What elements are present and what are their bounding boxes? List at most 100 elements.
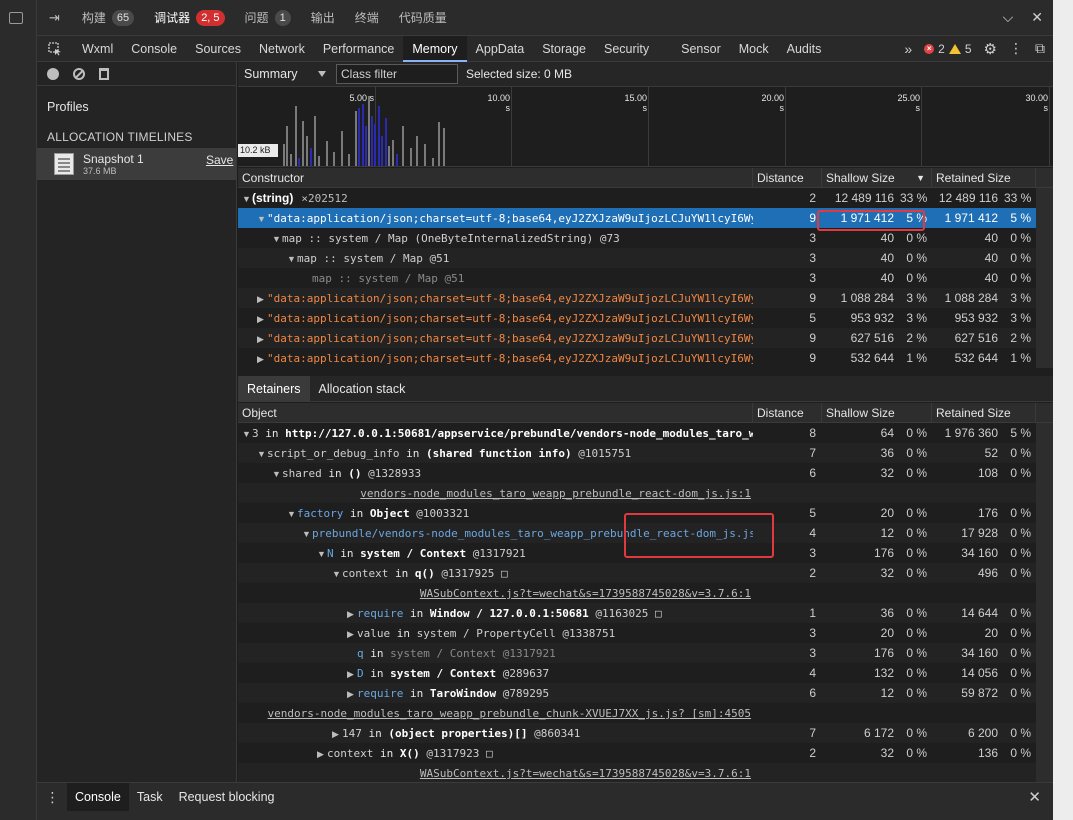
scrollbar-track[interactable]	[1036, 663, 1053, 683]
record-icon[interactable]	[47, 67, 59, 80]
clear-icon[interactable]	[73, 67, 85, 80]
scrollbar-track[interactable]	[1036, 583, 1053, 603]
table-row[interactable]: map :: system / Map @51 3 40 0 % 40 0 %	[238, 268, 1053, 288]
table-row[interactable]: ▼(string) ×202512 2 12 489 116 33 % 12 489 11…	[238, 188, 1053, 208]
scrollbar[interactable]	[1036, 168, 1053, 187]
view-select[interactable]: Summary	[238, 62, 330, 87]
header-object[interactable]: Object	[238, 403, 753, 422]
collapsed-arrow-icon[interactable]: ▶	[257, 309, 267, 328]
header-retained-size[interactable]: Retained Size	[932, 403, 1036, 422]
header-shallow-size[interactable]: Shallow Size ▼	[822, 168, 932, 187]
close-icon[interactable]: ✕	[1031, 9, 1043, 26]
scrollbar-track[interactable]	[1036, 463, 1053, 483]
table-row[interactable]: ▶ 147 in (object properties)[] @860341 7 6 …	[238, 723, 1053, 743]
panel-tab-console[interactable]: Console	[122, 36, 186, 62]
table-row[interactable]: ▼3 in http://127.0.0.1:50681/appservice/…	[238, 423, 1053, 443]
top-tab[interactable]: 调试器 2, 5	[144, 0, 234, 36]
table-row[interactable]: ▼map :: system / Map @51 3 40 0 % 40 0 %	[238, 248, 1053, 268]
table-row[interactable]: ▶ context in X() @1317923 □ 2 32 0 % 136 0 %	[238, 743, 1053, 763]
table-row[interactable]: ▼map :: system / Map (OneByteInternalize…	[238, 228, 1053, 248]
scrollbar-track[interactable]	[1036, 603, 1053, 623]
scrollbar-track[interactable]	[1036, 763, 1053, 782]
scrollbar-track[interactable]	[1036, 523, 1053, 543]
table-row[interactable]: ▶ require in TaroWindow @789295 6 12 0 % 59 8…	[238, 683, 1053, 703]
header-distance[interactable]: Distance	[753, 168, 822, 187]
panel-tab-audits[interactable]: Audits	[778, 36, 831, 62]
more-tabs-button[interactable]: »	[904, 41, 912, 57]
kebab-menu-icon[interactable]: ⋮	[1009, 40, 1023, 57]
collapsed-arrow-icon[interactable]: ▶	[257, 349, 267, 368]
scrollbar-track[interactable]	[1036, 483, 1053, 503]
top-tab[interactable]: 问题 1	[235, 0, 301, 36]
table-row[interactable]: ▶ "data:application/json;charset=utf-8;ba…	[238, 308, 1053, 328]
scrollbar-track[interactable]	[1036, 503, 1053, 523]
table-row[interactable]: ▶ value in system / PropertyCell @1338751…	[238, 623, 1053, 643]
allocation-timeline[interactable]: 5.00 s 10.00 s 15.00 s 20.00 s 25.00 s 30.00 …	[238, 87, 1053, 167]
table-row[interactable]: ▼shared in () @1328933 6 32 0 % 108 0 %	[238, 463, 1053, 483]
class-filter-input[interactable]	[336, 64, 458, 84]
expanded-arrow-icon[interactable]: ▼	[272, 229, 282, 248]
scrollbar-track[interactable]	[1036, 443, 1053, 463]
collapsed-arrow-icon[interactable]: ▶	[347, 604, 357, 623]
trash-icon[interactable]	[99, 67, 109, 80]
drawer-menu-icon[interactable]: ⋮	[37, 789, 67, 806]
panel-tab-performance[interactable]: Performance	[314, 36, 404, 62]
collapsed-arrow-icon[interactable]: ▶	[257, 289, 267, 308]
scrollbar-track[interactable]	[1036, 208, 1053, 228]
panel-tab-storage[interactable]: Storage	[533, 36, 595, 62]
table-row[interactable]: q in system / Context @1317921 3 176 0 % 34 …	[238, 643, 1053, 663]
top-tab[interactable]: 终端	[345, 0, 389, 36]
header-constructor[interactable]: Constructor	[238, 168, 753, 187]
table-row[interactable]: WASubContext.js?t=wechat&s=1739588745028…	[238, 583, 1053, 603]
scrollbar-track[interactable]	[1036, 288, 1053, 308]
scrollbar[interactable]	[1036, 403, 1053, 422]
expanded-arrow-icon[interactable]: ▼	[317, 544, 327, 563]
scrollbar-track[interactable]	[1036, 308, 1053, 328]
panel-tab-network[interactable]: Network	[250, 36, 314, 62]
source-link[interactable]: WASubContext.js?t=wechat&s=1739588745028…	[420, 767, 751, 780]
scrollbar-track[interactable]	[1036, 543, 1053, 563]
expanded-arrow-icon[interactable]: ▼	[242, 189, 252, 208]
save-link[interactable]: Save	[206, 153, 233, 167]
scrollbar-track[interactable]	[1036, 643, 1053, 663]
table-row[interactable]: ▶ require in Window / 127.0.0.1:50681 @11…	[238, 603, 1053, 623]
panel-tab-sources[interactable]: Sources	[186, 36, 250, 62]
scrollbar-track[interactable]	[1036, 188, 1053, 208]
expanded-arrow-icon[interactable]: ▼	[287, 249, 297, 268]
gear-icon[interactable]: ⚙	[984, 40, 997, 58]
panel-tab-memory[interactable]: Memory	[403, 35, 467, 62]
expanded-arrow-icon[interactable]: ▼	[257, 209, 267, 228]
collapsed-arrow-icon[interactable]: ▶	[257, 329, 267, 348]
collapsed-arrow-icon[interactable]: ▶	[317, 744, 327, 763]
expanded-arrow-icon[interactable]: ▼	[332, 564, 342, 583]
collapsed-arrow-icon[interactable]: ▶	[332, 724, 342, 743]
error-counter[interactable]: × 2 5	[924, 42, 972, 56]
chevron-down-icon[interactable]: ⌵	[1003, 9, 1014, 26]
panel-tab-sensor[interactable]: Sensor	[672, 36, 730, 62]
inspect-icon[interactable]	[37, 41, 73, 56]
header-retained-size[interactable]: Retained Size	[932, 168, 1036, 187]
scrollbar-track[interactable]	[1036, 683, 1053, 703]
header-shallow-size[interactable]: Shallow Size	[822, 403, 932, 422]
table-row[interactable]: ▶ "data:application/json;charset=utf-8;ba…	[238, 328, 1053, 348]
table-row[interactable]: vendors-node_modules_taro_weapp_prebundl…	[238, 483, 1053, 503]
undock-icon[interactable]: ⧉	[1035, 40, 1045, 57]
dock-icon[interactable]: ⇥	[37, 0, 72, 36]
scrollbar-track[interactable]	[1036, 743, 1053, 763]
tab-allocation-stack[interactable]: Allocation stack	[310, 376, 415, 402]
expanded-arrow-icon[interactable]: ▼	[257, 444, 267, 463]
table-row[interactable]: ▶ "data:application/json;charset=utf-8;ba…	[238, 348, 1053, 368]
table-row[interactable]: vendors-node_modules_taro_weapp_prebundl…	[238, 703, 1053, 723]
scrollbar-track[interactable]	[1036, 248, 1053, 268]
drawer-tab-request-blocking[interactable]: Request blocking	[171, 783, 283, 811]
expanded-arrow-icon[interactable]: ▼	[242, 424, 252, 443]
panel-tab-mock[interactable]: Mock	[730, 36, 778, 62]
scrollbar-track[interactable]	[1036, 623, 1053, 643]
drawer-tab-task[interactable]: Task	[129, 783, 171, 811]
source-link[interactable]: vendors-node_modules_taro_weapp_prebundl…	[360, 487, 751, 500]
table-row[interactable]: ▶ D in system / Context @289637 4 132 0 % 14 …	[238, 663, 1053, 683]
table-row[interactable]: ▼prebundle/vendors-node_modules_taro_wea…	[238, 523, 1053, 543]
top-tab[interactable]: 代码质量	[389, 0, 457, 36]
window-icon[interactable]	[9, 12, 23, 24]
expanded-arrow-icon[interactable]: ▼	[287, 504, 297, 523]
